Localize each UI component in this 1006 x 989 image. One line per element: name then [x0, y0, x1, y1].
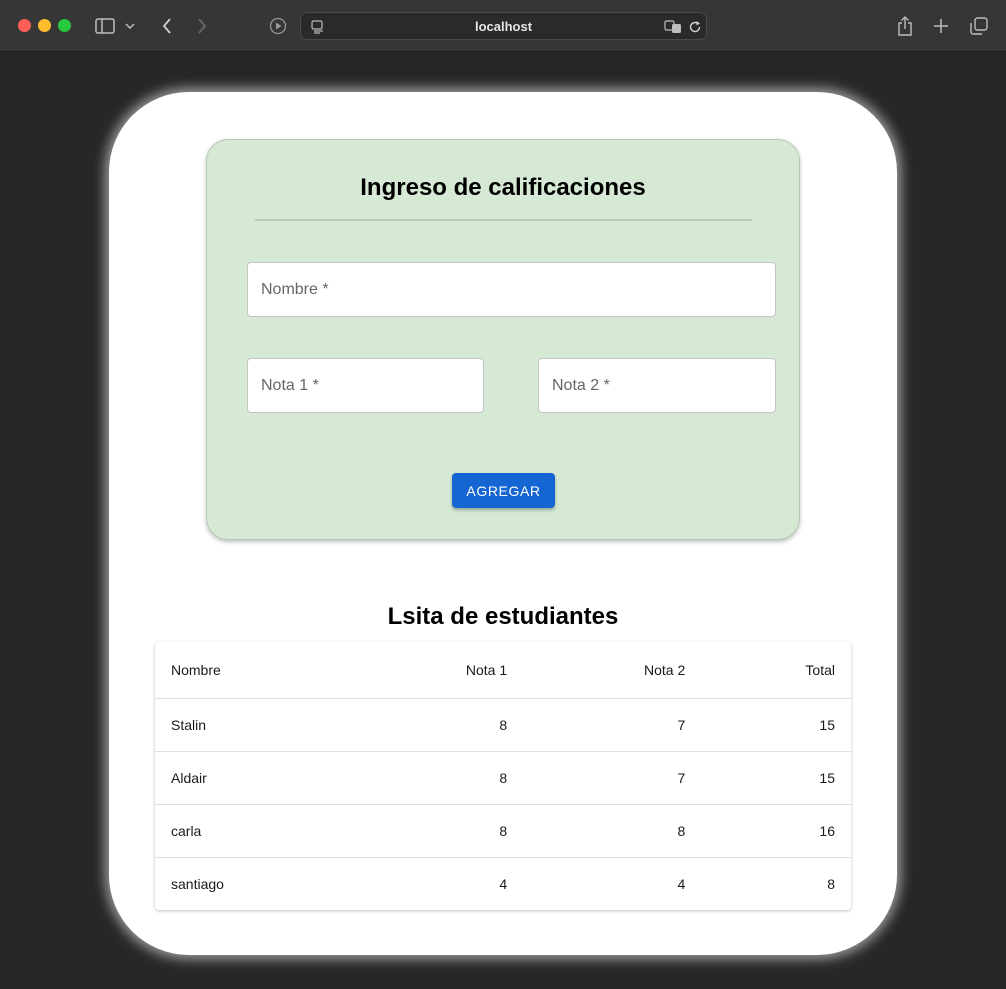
- share-icon[interactable]: [893, 14, 917, 38]
- cell-total: 16: [701, 804, 851, 858]
- cell-nota1: 8: [345, 751, 524, 805]
- play-media-icon[interactable]: [266, 14, 290, 38]
- cell-nota2: 8: [523, 804, 702, 858]
- back-arrow-icon[interactable]: [155, 14, 179, 38]
- student-list-title: Lsita de estudiantes: [387, 603, 619, 630]
- cell-nota1: 8: [345, 804, 524, 858]
- minimize-window-button[interactable]: [38, 19, 51, 32]
- cell-nombre: carla: [155, 804, 345, 858]
- table-row: Aldair 8 7 15: [155, 751, 851, 805]
- cell-total: 15: [701, 698, 851, 752]
- cell-nota2: 4: [677, 875, 686, 892]
- close-window-button[interactable]: [18, 19, 31, 32]
- agregar-button[interactable]: AGREGAR: [452, 473, 555, 508]
- nota2-input[interactable]: [539, 359, 775, 412]
- cell-nota1: 4: [499, 875, 508, 892]
- forward-arrow-icon[interactable]: [190, 14, 214, 38]
- nota2-field[interactable]: [538, 358, 776, 413]
- table-header-row: Nombre Nota 1 Nota 2 Total: [155, 642, 851, 699]
- column-header-total: Total: [701, 642, 851, 699]
- cell-nota2: 7: [523, 698, 702, 752]
- cell-nombre: santiago: [171, 875, 224, 892]
- new-tab-icon[interactable]: [929, 14, 953, 38]
- nota1-field[interactable]: [247, 358, 484, 413]
- reload-icon[interactable]: [683, 15, 707, 39]
- cell-total: 15: [701, 751, 851, 805]
- cell-nombre: Aldair: [155, 751, 345, 805]
- chevron-down-icon[interactable]: [122, 14, 138, 38]
- nota1-input[interactable]: [248, 359, 483, 412]
- zoom-window-button[interactable]: [58, 19, 71, 32]
- column-header-nota2: Nota 2: [523, 642, 702, 699]
- cell-total: 8: [827, 875, 835, 892]
- cell-nombre: Stalin: [155, 698, 345, 752]
- table-row: santiago 4 4 8: [155, 857, 851, 910]
- cell-nota2: 7: [523, 751, 702, 805]
- sidebar-toggle-icon[interactable]: [93, 14, 117, 38]
- column-header-nota1: Nota 1: [345, 642, 524, 699]
- form-divider: [255, 219, 752, 221]
- tab-overview-icon[interactable]: [967, 14, 991, 38]
- url-text: localhost: [474, 19, 533, 34]
- table-row: Stalin 8 7 15: [155, 698, 851, 752]
- students-table-container: Nombre Nota 1 Nota 2 Total Stalin 8 7 15…: [155, 642, 851, 910]
- address-bar[interactable]: localhost: [300, 12, 707, 40]
- table-row: carla 8 8 16: [155, 804, 851, 858]
- cell-nota1: 8: [345, 698, 524, 752]
- grades-form-card: Ingreso de calificaciones AGREGAR: [206, 139, 800, 540]
- translate-icon[interactable]: [661, 15, 685, 39]
- browser-toolbar: localhost: [0, 0, 1006, 52]
- nombre-field[interactable]: [247, 262, 776, 317]
- column-header-nombre: Nombre: [155, 642, 345, 699]
- students-table: Nombre Nota 1 Nota 2 Total Stalin 8 7 15…: [155, 642, 851, 910]
- nombre-input[interactable]: [248, 263, 775, 316]
- form-title: Ingreso de calificaciones: [360, 174, 646, 201]
